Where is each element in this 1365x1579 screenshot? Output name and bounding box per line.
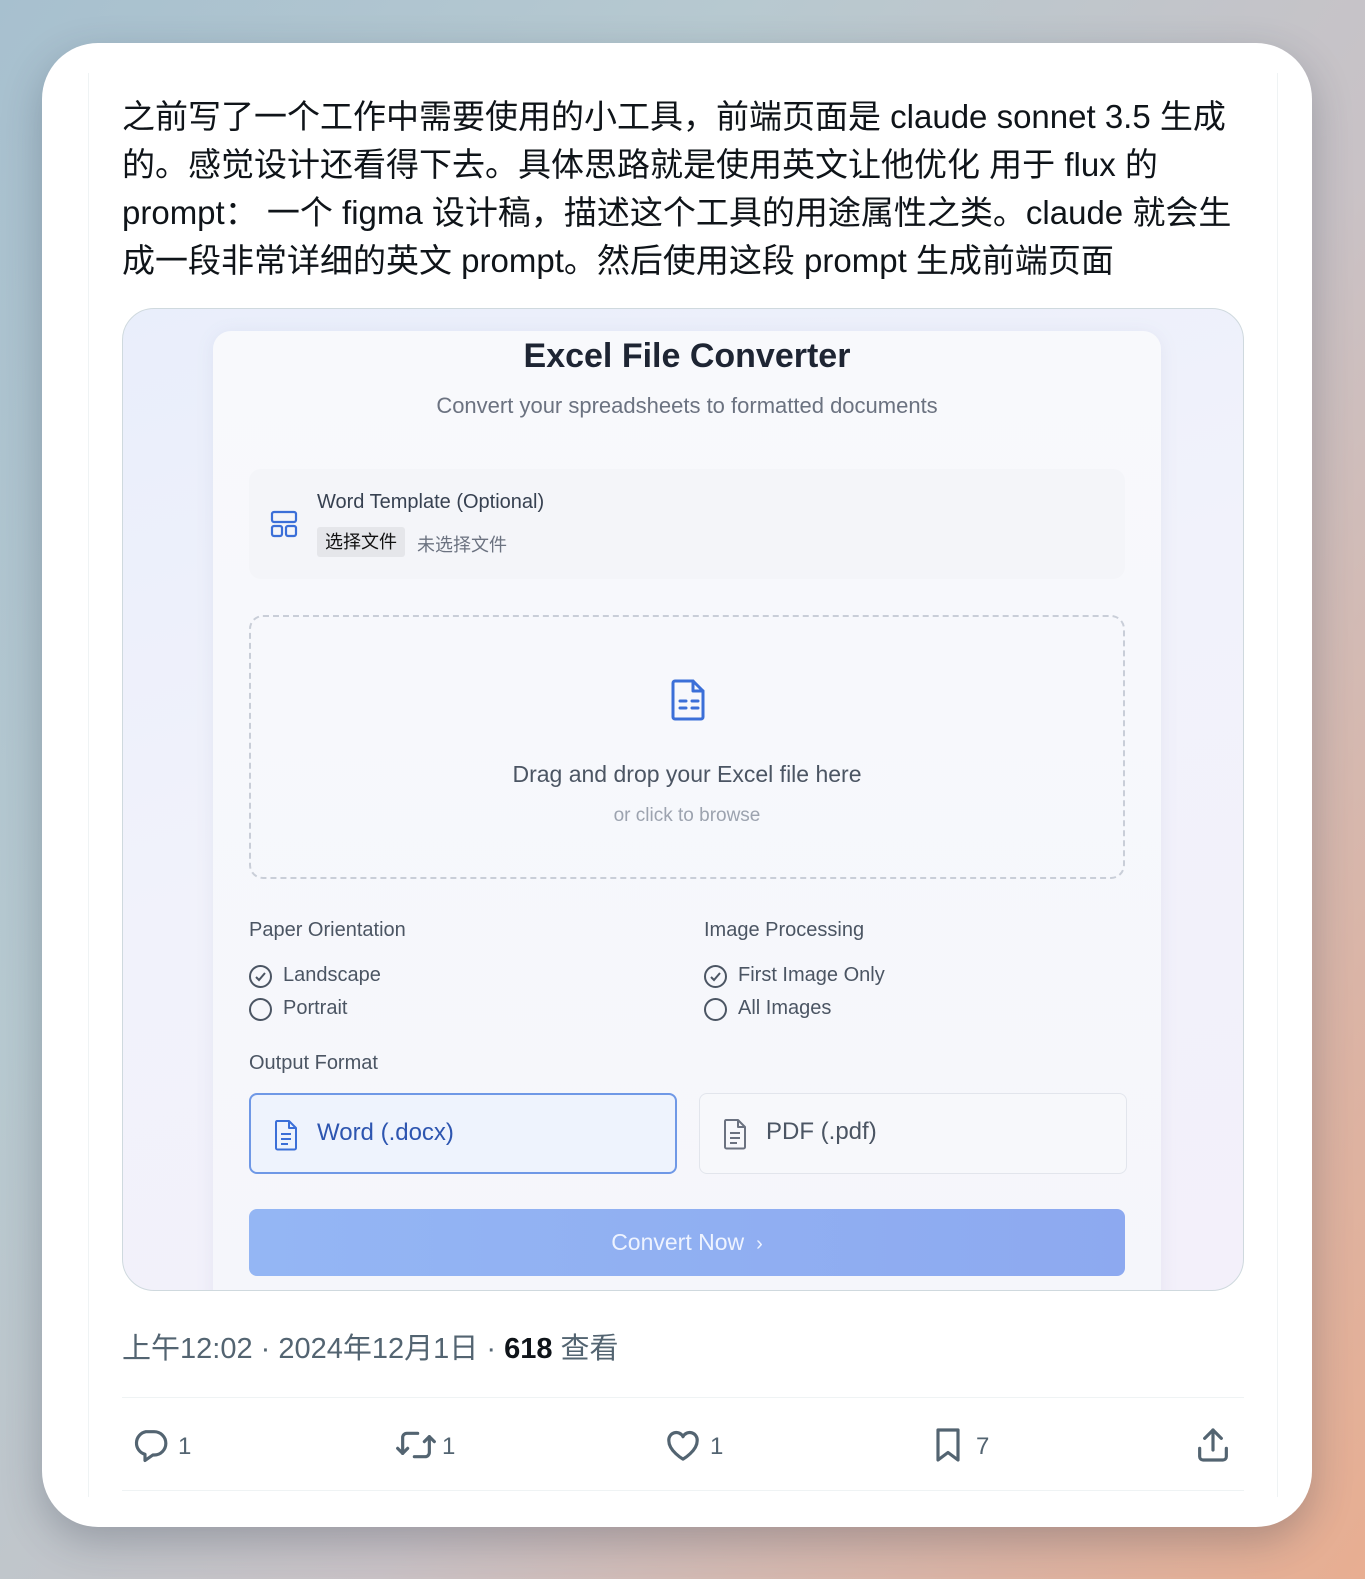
radio-label: Portrait: [283, 997, 348, 1019]
format-pdf-label: PDF (.pdf): [766, 1118, 877, 1145]
format-pdf-option[interactable]: PDF (.pdf): [699, 1093, 1127, 1174]
separator: ·: [260, 1333, 271, 1365]
app-subtitle: Convert your spreadsheets to formatted d…: [436, 393, 938, 418]
template-upload: Word Template (Optional) 选择文件 未选择文件: [249, 469, 1125, 579]
bookmark-count: 7: [976, 1433, 990, 1460]
app-title: Excel File Converter: [523, 337, 851, 375]
template-label: Word Template (Optional): [317, 491, 545, 513]
reply-count: 1: [178, 1433, 192, 1460]
like-count: 1: [710, 1433, 724, 1460]
reply-icon: [134, 1430, 168, 1463]
chevron-right-icon: ›: [756, 1233, 763, 1255]
thread-border-left: [88, 73, 89, 1497]
radio-label: Landscape: [283, 964, 381, 986]
tweet-media-image[interactable]: Excel File Converter Convert your spread…: [122, 308, 1244, 1291]
bookmark-icon: [936, 1428, 960, 1462]
orientation-label: Paper Orientation: [249, 919, 406, 941]
tweet-date[interactable]: 2024年12月1日: [278, 1333, 478, 1365]
dropzone-subtitle: or click to browse: [613, 805, 761, 826]
radio-circle-checked: [704, 965, 727, 988]
template-icon: [270, 510, 298, 538]
document-icon: [724, 1119, 746, 1150]
dropzone-title: Drag and drop your Excel file here: [512, 761, 862, 787]
format-word-option[interactable]: Word (.docx): [249, 1093, 677, 1174]
thread-border-right: [1277, 73, 1278, 1497]
document-icon: [275, 1120, 297, 1151]
converter-panel: Excel File Converter Convert your spread…: [213, 331, 1161, 1290]
spreadsheet-icon: [671, 679, 705, 721]
tweet-meta: 上午12:02 · 2024年12月1日 · 618 查看: [122, 1325, 619, 1367]
check-icon: [710, 972, 721, 982]
radio-circle: [249, 998, 272, 1021]
radio-circle-checked: [249, 965, 272, 988]
file-status: 未选择文件: [417, 535, 507, 555]
radio-circle: [704, 998, 727, 1021]
choose-file-button[interactable]: 选择文件: [317, 527, 405, 557]
output-format-label: Output Format: [249, 1052, 378, 1074]
excel-dropzone[interactable]: Drag and drop your Excel file here or cl…: [249, 615, 1125, 879]
separator: ·: [486, 1333, 497, 1365]
divider: [122, 1397, 1244, 1398]
share-icon: [1198, 1428, 1228, 1462]
convert-label: Convert Now: [611, 1229, 745, 1255]
views-label: 查看: [560, 1333, 619, 1365]
tweet-text: 之前写了一个工作中需要使用的小工具，前端页面是 claude sonnet 3.…: [122, 98, 1232, 279]
check-icon: [255, 972, 266, 982]
like-icon: [667, 1430, 699, 1461]
retweet-count: 1: [442, 1433, 456, 1460]
convert-now-button[interactable]: Convert Now ›: [249, 1209, 1125, 1276]
tweet-card: 之前写了一个工作中需要使用的小工具，前端页面是 claude sonnet 3.…: [42, 43, 1312, 1527]
radio-label: All Images: [738, 997, 832, 1019]
format-word-label: Word (.docx): [317, 1119, 454, 1146]
image-processing-label: Image Processing: [704, 919, 865, 941]
radio-label: First Image Only: [738, 964, 885, 986]
divider: [122, 1490, 1244, 1491]
tweet-time[interactable]: 上午12:02: [122, 1333, 253, 1365]
view-count: 618: [504, 1333, 553, 1365]
retweet-icon: [396, 1431, 436, 1459]
